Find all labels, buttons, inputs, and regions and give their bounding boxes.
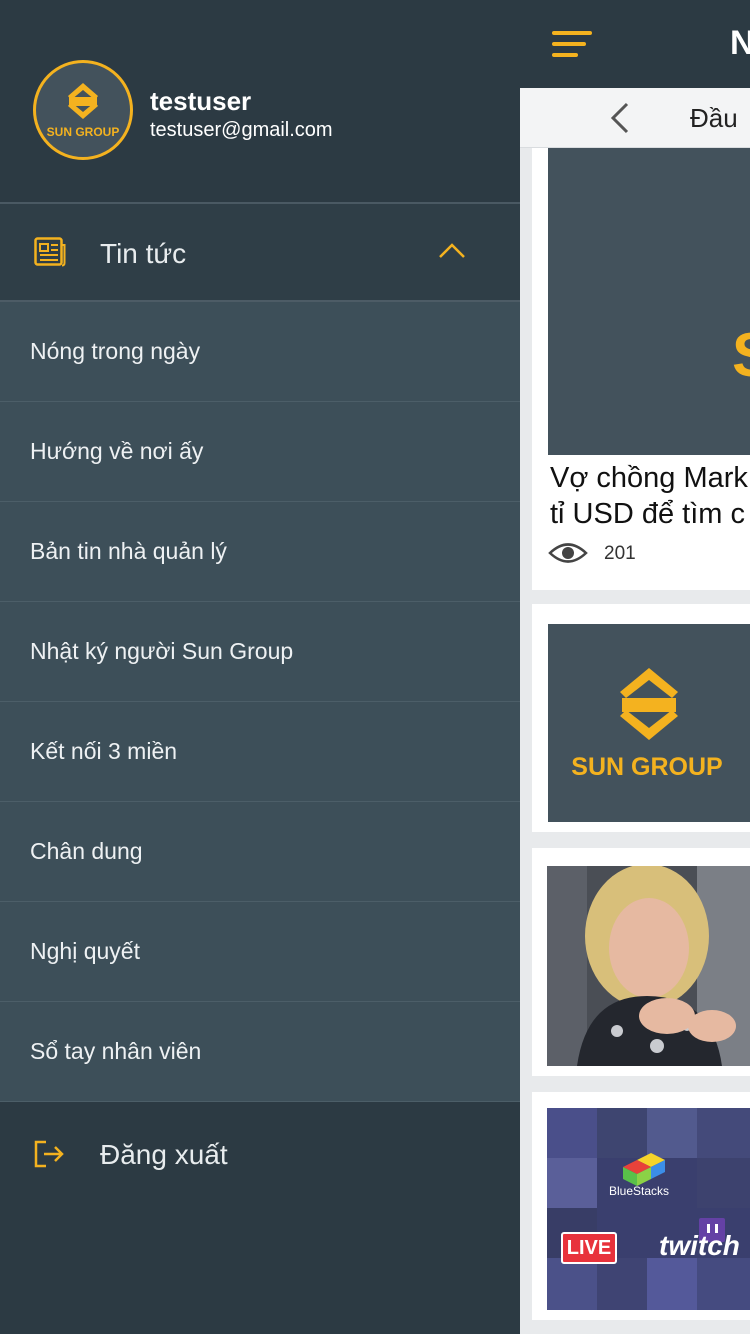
article-card[interactable]: S Vợ chồng Mark tỉ USD để tìm c 201	[532, 148, 750, 590]
article-card[interactable]	[532, 848, 750, 1076]
avatar[interactable]: SUN GROUP	[33, 60, 133, 160]
submenu-item-ket-noi-3-mien[interactable]: Kết nối 3 miền	[0, 702, 520, 802]
live-badge: LIVE	[561, 1232, 617, 1264]
submenu-item-label: Nhật ký người Sun Group	[30, 638, 294, 664]
article-image-collage	[547, 1108, 750, 1310]
submenu-item-label: Sổ tay nhân viên	[30, 1038, 202, 1064]
article-image-letter: S	[732, 320, 750, 391]
article-image: S	[548, 148, 750, 455]
twitch-logo-text: twitch	[659, 1230, 740, 1261]
submenu-item-label: Hướng về nơi ấy	[30, 438, 204, 464]
newspaper-icon	[34, 237, 66, 267]
submenu-item-employee-handbook[interactable]: Sổ tay nhân viên	[0, 1002, 520, 1102]
submenu-item-label: Chân dung	[30, 838, 143, 864]
article-headline: Vợ chồng Mark tỉ USD để tìm c	[550, 460, 750, 532]
submenu-item-label: Nóng trong ngày	[30, 338, 201, 364]
chevron-up-icon[interactable]	[438, 242, 466, 260]
hamburger-menu-icon[interactable]	[552, 30, 594, 58]
article-photo	[547, 866, 750, 1066]
submenu-item-manager-bulletin[interactable]: Bản tin nhà quản lý	[0, 502, 520, 602]
navigation-drawer: SUN GROUP testuser testuser@gmail.com Ti…	[0, 0, 520, 1334]
logout-icon	[34, 1140, 64, 1168]
article-headline-line: tỉ USD để tìm c	[550, 498, 745, 530]
bluestacks-label: BlueStacks	[609, 1184, 670, 1198]
article-card[interactable]: SUN GROUP	[532, 604, 750, 832]
submenu-item-label: Bản tin nhà quản lý	[30, 538, 227, 564]
article-image: BlueStacks LIVE twitch	[547, 1108, 750, 1310]
sub-navigation-bar: Đầu	[520, 88, 750, 148]
submenu-item-label: Nghị quyết	[30, 938, 140, 964]
article-logo-text: SUN GROUP	[571, 753, 722, 781]
photo-woman	[547, 866, 750, 1066]
submenu-item-huong-ve-noi-ay[interactable]: Hướng về nơi ấy	[0, 402, 520, 502]
sun-group-logo: SUN GROUP	[47, 83, 120, 139]
submenu-item-portrait[interactable]: Chân dung	[0, 802, 520, 902]
submenu-item-label: Kết nối 3 miền	[30, 738, 178, 764]
article-image: SUN GROUP	[548, 624, 750, 822]
submenu-item-sun-group-diary[interactable]: Nhật ký người Sun Group	[0, 602, 520, 702]
profile-username: testuser	[150, 86, 252, 116]
avatar-logo-text: SUN GROUP	[47, 125, 120, 139]
menu-section-label: Tin tức	[100, 238, 187, 269]
submenu-item-resolution[interactable]: Nghị quyết	[0, 902, 520, 1002]
main-content: N Đầu S Vợ chồng Mark tỉ USD để tìm c 20…	[520, 0, 750, 1334]
view-count: 201	[604, 543, 636, 564]
logout-label: Đăng xuất	[100, 1139, 228, 1170]
news-submenu: Nóng trong ngày Hướng về nơi ấy Bản tin …	[0, 302, 520, 1102]
submenu-item-hot-today[interactable]: Nóng trong ngày	[0, 302, 520, 402]
top-app-bar: N	[520, 0, 750, 88]
page-title: N	[730, 24, 750, 62]
menu-section-news[interactable]: Tin tức	[0, 204, 520, 300]
logout-button[interactable]: Đăng xuất	[0, 1102, 520, 1202]
chevron-left-icon[interactable]	[610, 102, 630, 134]
profile-email: testuser@gmail.com	[150, 119, 333, 141]
eye-icon	[548, 543, 588, 563]
sub-title: Đầu	[690, 103, 738, 133]
article-card[interactable]: BlueStacks LIVE twitch	[532, 1092, 750, 1320]
sun-group-logo: SUN GROUP	[571, 668, 723, 781]
profile-header: SUN GROUP testuser testuser@gmail.com	[0, 0, 520, 202]
article-headline-line: Vợ chồng Mark	[550, 462, 748, 494]
